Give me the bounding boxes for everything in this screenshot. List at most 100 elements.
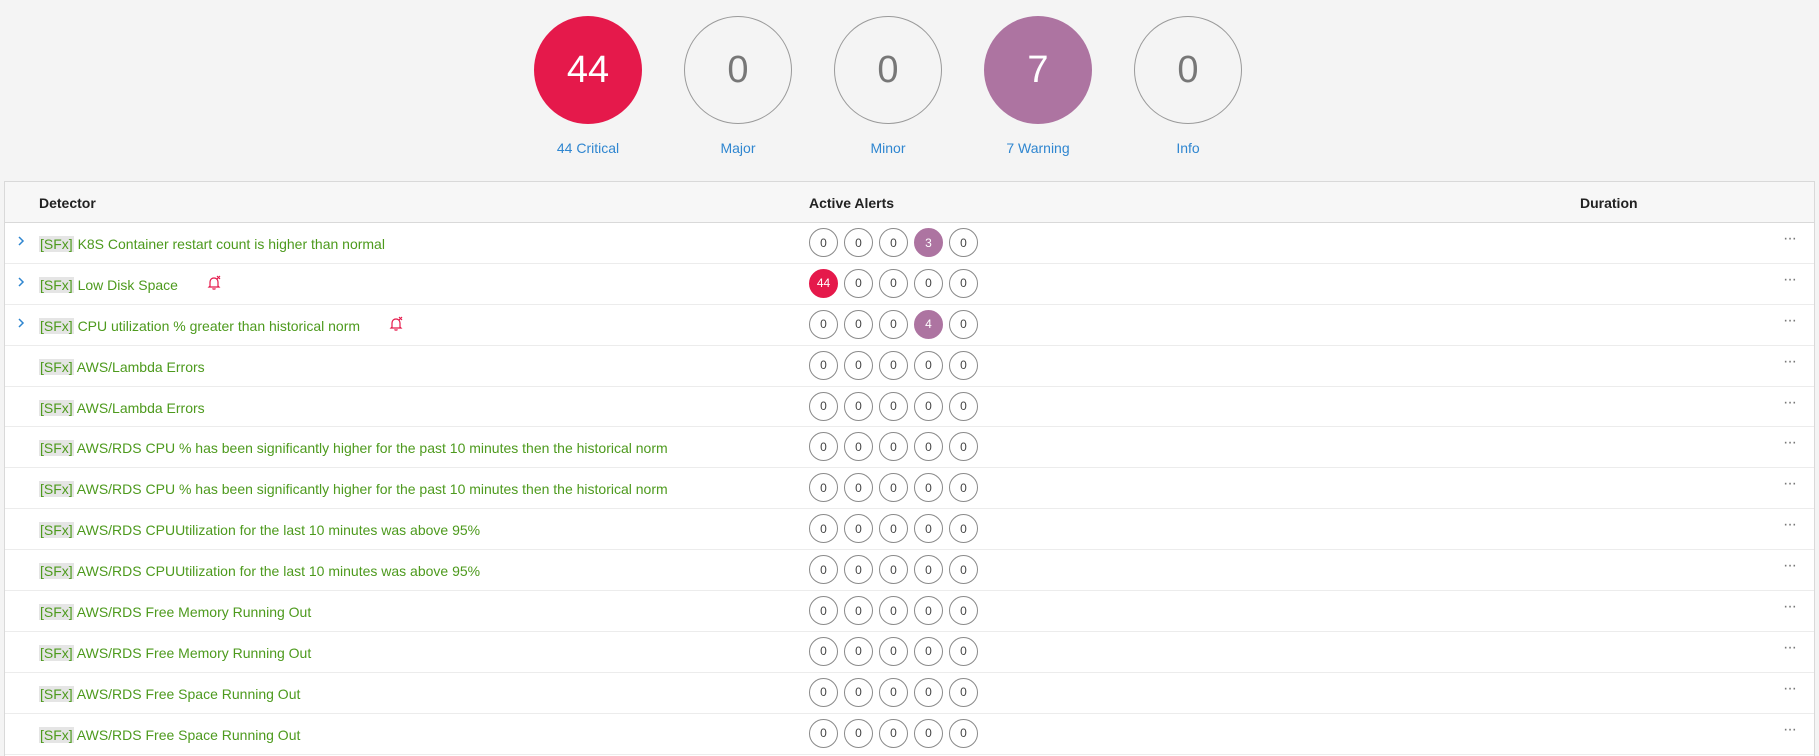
detector-name-link[interactable]: [SFx] AWS/Lambda Errors [39, 358, 205, 375]
alert-count-info[interactable]: 0 [949, 555, 978, 585]
alert-count-minor[interactable]: 0 [879, 555, 908, 585]
alert-count-major[interactable]: 0 [844, 391, 873, 421]
detector-name-link[interactable]: [SFx] AWS/RDS Free Memory Running Out [39, 604, 311, 621]
alert-count-warning[interactable]: 3 [914, 228, 943, 257]
table-row[interactable]: [SFx] AWS/RDS CPUUtilization for the las… [5, 509, 1814, 551]
alert-count-info[interactable]: 0 [949, 596, 978, 626]
alert-count-minor[interactable]: 0 [879, 718, 908, 748]
alert-count-major[interactable]: 0 [844, 228, 873, 257]
more-horizontal-icon[interactable]: ··· [1783, 599, 1803, 615]
severity-info[interactable]: 0 Info [1133, 16, 1243, 156]
alert-count-minor[interactable]: 0 [879, 677, 908, 707]
alert-count-warning[interactable]: 0 [914, 473, 943, 503]
alert-count-minor[interactable]: 0 [879, 268, 908, 298]
table-row[interactable]: [SFx] AWS/RDS CPU % has been significant… [5, 468, 1814, 510]
bell-muted-icon[interactable] [206, 275, 222, 291]
alert-count-critical[interactable]: 0 [809, 596, 838, 626]
alert-count-major[interactable]: 0 [844, 309, 873, 339]
alert-count-minor[interactable]: 0 [879, 636, 908, 666]
info-link[interactable]: Info [1133, 140, 1243, 156]
alert-count-major[interactable]: 0 [844, 636, 873, 666]
alert-count-minor[interactable]: 0 [879, 596, 908, 626]
severity-warning[interactable]: 7 7 Warning [983, 16, 1093, 156]
major-link[interactable]: Major [683, 140, 793, 156]
alert-count-critical[interactable]: 0 [809, 391, 838, 421]
header-detector[interactable]: Detector [39, 195, 96, 211]
alert-count-minor[interactable]: 0 [879, 309, 908, 339]
detector-name-link[interactable]: [SFx] AWS/RDS CPUUtilization for the las… [39, 522, 480, 539]
header-active-alerts[interactable]: Active Alerts [809, 195, 894, 211]
table-row[interactable]: [SFx] CPU utilization % greater than his… [5, 305, 1814, 346]
more-horizontal-icon[interactable]: ··· [1783, 721, 1803, 737]
alert-count-major[interactable]: 0 [844, 350, 873, 380]
alert-count-major[interactable]: 0 [844, 677, 873, 707]
alert-count-info[interactable]: 0 [949, 677, 978, 707]
alert-count-warning[interactable]: 0 [914, 677, 943, 707]
alert-count-major[interactable]: 0 [844, 555, 873, 585]
severity-critical[interactable]: 44 44 Critical [533, 16, 643, 156]
alert-count-info[interactable]: 0 [949, 432, 978, 462]
detector-name-link[interactable]: [SFx] AWS/RDS CPUUtilization for the las… [39, 563, 480, 580]
table-row[interactable]: [SFx] AWS/RDS Free Space Running Out 0 0 0 0… [5, 673, 1814, 714]
more-horizontal-icon[interactable]: ··· [1783, 394, 1803, 410]
alert-count-minor[interactable]: 0 [879, 350, 908, 380]
alert-count-minor[interactable]: 0 [879, 514, 908, 544]
alert-count-critical[interactable]: 0 [809, 350, 838, 380]
alert-count-minor[interactable]: 0 [879, 432, 908, 462]
table-row[interactable]: [SFx] Low Disk Space 44 0 0 0 0 ··· [5, 264, 1814, 305]
chevron-right-icon[interactable] [15, 316, 29, 330]
table-row[interactable]: [SFx] AWS/RDS Free Memory Running Out 0 0 0… [5, 632, 1814, 673]
more-horizontal-icon[interactable]: ··· [1783, 312, 1803, 328]
alert-count-info[interactable]: 0 [949, 473, 978, 503]
bell-muted-icon[interactable] [388, 316, 404, 332]
alert-count-info[interactable]: 0 [949, 636, 978, 666]
more-horizontal-icon[interactable]: ··· [1783, 680, 1803, 696]
alert-count-critical[interactable]: 0 [809, 432, 838, 462]
alert-count-major[interactable]: 0 [844, 473, 873, 503]
more-horizontal-icon[interactable]: ··· [1783, 476, 1803, 492]
warning-count-circle[interactable]: 7 [984, 16, 1092, 124]
alert-count-critical[interactable]: 0 [809, 514, 838, 544]
table-row[interactable]: [SFx] K8S Container restart count is hig… [5, 223, 1814, 264]
detector-name-link[interactable]: [SFx] AWS/RDS Free Space Running Out [39, 685, 300, 702]
major-count-circle[interactable]: 0 [684, 16, 792, 124]
alert-count-critical[interactable]: 0 [809, 228, 838, 257]
alert-count-critical[interactable]: 0 [809, 555, 838, 585]
table-row[interactable]: [SFx] AWS/RDS CPU % has been significant… [5, 427, 1814, 469]
more-horizontal-icon[interactable]: ··· [1783, 517, 1803, 533]
detector-name-link[interactable]: [SFx] CPU utilization % greater than his… [39, 317, 360, 334]
alert-count-warning[interactable]: 0 [914, 391, 943, 421]
detector-name-link[interactable]: [SFx] AWS/RDS CPU % has been significant… [39, 481, 668, 498]
minor-link[interactable]: Minor [833, 140, 943, 156]
alert-count-warning[interactable]: 0 [914, 268, 943, 298]
header-duration[interactable]: Duration [1580, 195, 1638, 211]
alert-count-major[interactable]: 0 [844, 514, 873, 544]
alert-count-major[interactable]: 0 [844, 596, 873, 626]
alert-count-warning[interactable]: 4 [914, 309, 943, 339]
alert-count-critical[interactable]: 0 [809, 636, 838, 666]
detector-name-link[interactable]: [SFx] AWS/RDS CPU % has been significant… [39, 440, 668, 457]
severity-minor[interactable]: 0 Minor [833, 16, 943, 156]
alert-count-minor[interactable]: 0 [879, 473, 908, 503]
alert-count-critical[interactable]: 0 [809, 677, 838, 707]
detector-name-link[interactable]: [SFx] Low Disk Space [39, 276, 178, 293]
minor-count-circle[interactable]: 0 [834, 16, 942, 124]
more-horizontal-icon[interactable]: ··· [1783, 435, 1803, 451]
alert-count-critical[interactable]: 0 [809, 718, 838, 748]
alert-count-warning[interactable]: 0 [914, 514, 943, 544]
alert-count-warning[interactable]: 0 [914, 596, 943, 626]
alert-count-info[interactable]: 0 [949, 391, 978, 421]
alert-count-info[interactable]: 0 [949, 350, 978, 380]
more-horizontal-icon[interactable]: ··· [1783, 639, 1803, 655]
critical-count-circle[interactable]: 44 [534, 16, 642, 124]
severity-major[interactable]: 0 Major [683, 16, 793, 156]
alert-count-warning[interactable]: 0 [914, 636, 943, 666]
more-horizontal-icon[interactable]: ··· [1783, 558, 1803, 574]
alert-count-warning[interactable]: 0 [914, 718, 943, 748]
table-row[interactable]: [SFx] AWS/RDS Free Memory Running Out 0 0 0… [5, 591, 1814, 632]
alert-count-critical[interactable]: 0 [809, 309, 838, 339]
detector-name-link[interactable]: [SFx] AWS/RDS Free Memory Running Out [39, 644, 311, 661]
warning-link[interactable]: 7 Warning [983, 140, 1093, 156]
alert-count-minor[interactable]: 0 [879, 391, 908, 421]
alert-count-major[interactable]: 0 [844, 432, 873, 462]
